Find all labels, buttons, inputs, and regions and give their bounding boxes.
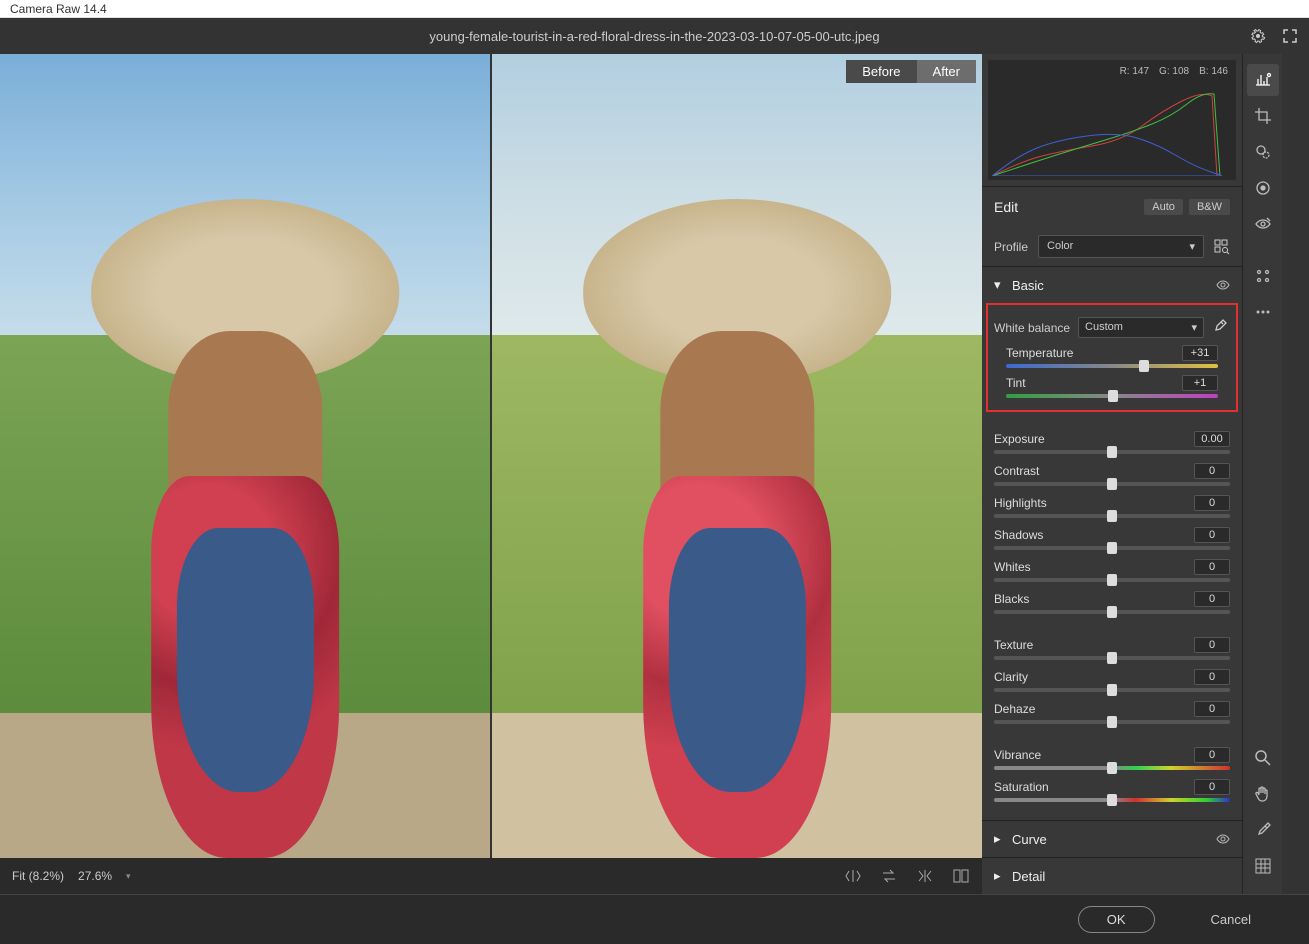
profile-select[interactable]: Color ▾: [1038, 235, 1204, 258]
shadows-slider[interactable]: Shadows0: [982, 522, 1242, 550]
edit-panel: R: 147 G: 108 B: 146 Edit Auto B&W: [982, 54, 1242, 894]
wb-label: White balance: [994, 321, 1070, 335]
vibrance-slider[interactable]: Vibrance0: [982, 742, 1242, 770]
whites-slider[interactable]: Whites0: [982, 554, 1242, 582]
profile-browse-icon[interactable]: [1214, 239, 1230, 255]
crop-tool-icon[interactable]: [1247, 100, 1279, 132]
clarity-slider[interactable]: Clarity0: [982, 664, 1242, 692]
eyedropper-icon[interactable]: [1212, 319, 1230, 337]
texture-slider[interactable]: Texture0: [982, 632, 1242, 660]
cancel-button[interactable]: Cancel: [1183, 907, 1279, 932]
before-label: Before: [846, 60, 916, 83]
histo-b-val: 146: [1211, 66, 1228, 77]
zoom-dropdown-icon[interactable]: ▾: [126, 871, 131, 882]
dehaze-slider[interactable]: Dehaze0: [982, 696, 1242, 724]
top-bar: young-female-tourist-in-a-red-floral-dre…: [0, 18, 1309, 54]
edit-header-text: Edit: [994, 199, 1018, 215]
zoom-level[interactable]: 27.6%: [78, 869, 112, 883]
compare-merge-icon[interactable]: [916, 867, 934, 885]
healing-tool-icon[interactable]: [1247, 136, 1279, 168]
histo-g-val: 108: [1172, 66, 1189, 77]
chevron-down-icon: ▾: [994, 277, 1004, 293]
image-preview-area: Before After: [0, 54, 982, 894]
hand-tool-icon[interactable]: [1247, 778, 1279, 810]
redeye-tool-icon[interactable]: [1247, 208, 1279, 240]
curve-title: Curve: [1012, 832, 1047, 847]
before-image[interactable]: [0, 54, 492, 858]
histo-b-label: B:: [1199, 66, 1208, 77]
exposure-slider[interactable]: Exposure0.00: [982, 426, 1242, 454]
contrast-slider[interactable]: Contrast0: [982, 458, 1242, 486]
more-icon[interactable]: [1247, 296, 1279, 328]
right-toolbar: [1242, 54, 1282, 894]
presets-icon[interactable]: [1247, 260, 1279, 292]
dialog-footer: OK Cancel: [0, 894, 1309, 944]
histo-g-label: G:: [1159, 66, 1170, 77]
eye-icon[interactable]: [1216, 278, 1230, 292]
edit-header: Edit Auto B&W: [982, 187, 1242, 227]
grid-icon[interactable]: [1247, 850, 1279, 882]
bw-button[interactable]: B&W: [1189, 199, 1230, 215]
chevron-right-icon: ▸: [994, 868, 1004, 884]
swap-icon[interactable]: [880, 867, 898, 885]
histo-r-label: R:: [1120, 66, 1130, 77]
histogram[interactable]: R: 147 G: 108 B: 146: [988, 60, 1236, 180]
settings-gear-icon[interactable]: [1249, 27, 1267, 45]
mask-tool-icon[interactable]: [1247, 172, 1279, 204]
detail-section-header[interactable]: ▸ Detail: [982, 858, 1242, 894]
main-area: young-female-tourist-in-a-red-floral-dre…: [0, 18, 1309, 944]
app-title: Camera Raw 14.4: [10, 2, 107, 16]
filename: young-female-tourist-in-a-red-floral-dre…: [429, 29, 879, 44]
profile-label: Profile: [994, 240, 1028, 254]
curve-section-header[interactable]: ▸ Curve: [982, 821, 1242, 857]
eye-icon[interactable]: [1216, 832, 1230, 846]
detail-title: Detail: [1012, 869, 1045, 884]
image-bottom-bar: Fit (8.2%) 27.6% ▾: [0, 858, 982, 894]
histo-r-val: 147: [1132, 66, 1149, 77]
compare-split-icon[interactable]: [844, 867, 862, 885]
ok-button[interactable]: OK: [1078, 906, 1155, 933]
temperature-slider[interactable]: Temperature+31: [994, 342, 1230, 368]
zoom-fit[interactable]: Fit (8.2%): [12, 869, 64, 883]
color-sampler-icon[interactable]: [1247, 814, 1279, 846]
after-image[interactable]: [492, 54, 982, 858]
basic-section-header[interactable]: ▾ Basic: [982, 267, 1242, 303]
wb-select[interactable]: Custom ▾: [1078, 317, 1204, 338]
saturation-slider[interactable]: Saturation0: [982, 774, 1242, 802]
edit-tool-icon[interactable]: [1247, 64, 1279, 96]
fullscreen-icon[interactable]: [1281, 27, 1299, 45]
blacks-slider[interactable]: Blacks0: [982, 586, 1242, 614]
after-label: After: [917, 60, 976, 83]
title-bar: Camera Raw 14.4: [0, 0, 1309, 18]
chevron-right-icon: ▸: [994, 831, 1004, 847]
single-view-icon[interactable]: [952, 867, 970, 885]
highlights-slider[interactable]: Highlights0: [982, 490, 1242, 518]
auto-button[interactable]: Auto: [1144, 199, 1183, 215]
tint-slider[interactable]: Tint+1: [994, 372, 1230, 398]
zoom-tool-icon[interactable]: [1247, 742, 1279, 774]
white-balance-highlighted-group: White balance Custom ▾ Temperature+31 Ti…: [986, 303, 1238, 412]
basic-title: Basic: [1012, 278, 1044, 293]
